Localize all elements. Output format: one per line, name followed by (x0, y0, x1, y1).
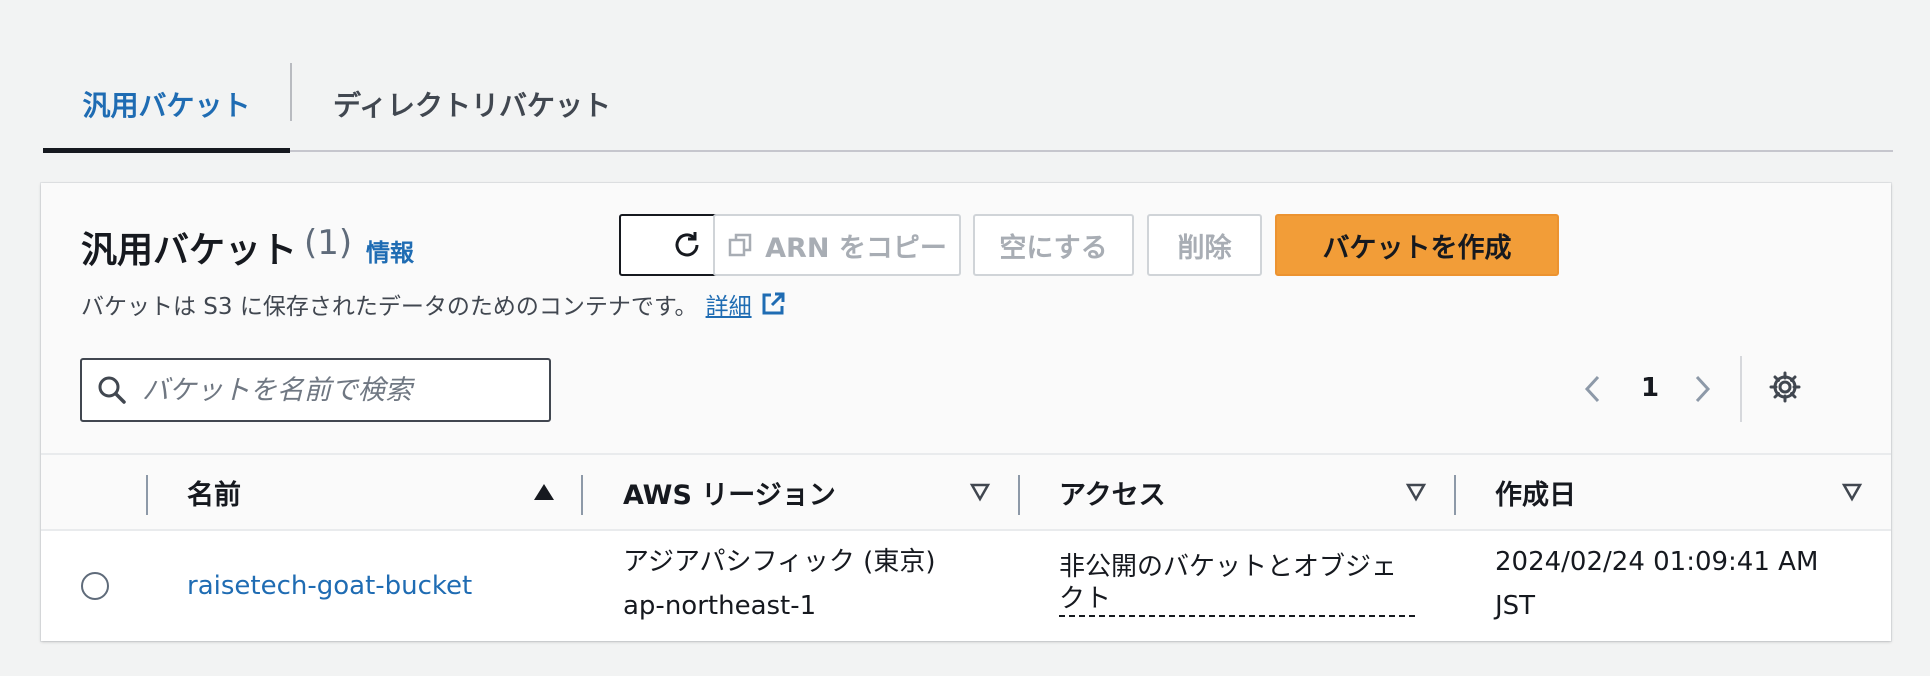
column-divider (1018, 475, 1020, 515)
tab-label: 汎用バケット (82, 89, 251, 122)
delete-button[interactable]: 削除 (1147, 214, 1262, 276)
copy-arn-label: ARN をコピー (765, 232, 947, 264)
column-header-region[interactable]: AWS リージョン (623, 455, 836, 529)
pager-divider (1740, 356, 1742, 422)
create-bucket-label: バケットを作成 (1322, 232, 1512, 264)
panel-title: 汎用バケット (81, 230, 298, 271)
sort-ascending-icon[interactable] (533, 482, 555, 502)
search-icon (98, 376, 126, 404)
table-header: 名前 AWS リージョン アクセス 作成日 (41, 453, 1891, 531)
previous-page-icon[interactable] (1578, 369, 1608, 409)
tab-divider (290, 63, 292, 121)
region-name: アジアパシフィック (東京) (623, 547, 936, 577)
search-input[interactable] (140, 373, 534, 407)
external-link-icon[interactable] (760, 291, 786, 317)
empty-button[interactable]: 空にする (973, 214, 1134, 276)
column-header-name[interactable]: 名前 (187, 455, 241, 529)
sort-icon[interactable] (1841, 482, 1863, 502)
bucket-name-link[interactable]: raisetech-goat-bucket (187, 565, 472, 607)
current-page-number[interactable]: 1 (1641, 373, 1659, 403)
tab-label: ディレクトリバケット (333, 89, 612, 122)
details-link[interactable]: 詳細 (706, 287, 752, 321)
column-header-created[interactable]: 作成日 (1495, 455, 1576, 529)
created-date: 2024/02/24 01:09:41 AM (1495, 547, 1819, 577)
search-box (80, 358, 551, 422)
bucket-type-tabs: 汎用バケット ディレクトリバケット (43, 58, 1893, 153)
sort-icon[interactable] (969, 482, 991, 502)
region-code: ap-northeast-1 (623, 591, 817, 621)
column-divider (581, 475, 583, 515)
column-divider (146, 475, 148, 515)
tab-general-purpose-buckets[interactable]: 汎用バケット (43, 58, 290, 153)
delete-label: 削除 (1177, 232, 1232, 264)
row-select-radio[interactable] (81, 572, 109, 600)
column-divider (1454, 475, 1456, 515)
gear-icon[interactable] (1767, 369, 1803, 405)
next-page-icon[interactable] (1687, 369, 1717, 409)
copy-icon (728, 233, 752, 257)
bucket-count: (1) (304, 223, 353, 263)
refresh-icon (675, 232, 699, 257)
panel-description: バケットは S3 に保存されたデータのためのコンテナです。 詳細 (81, 287, 786, 321)
buckets-panel: 汎用バケット (1) 情報 バケットは S3 に保存されたデータのためのコンテナ… (41, 183, 1891, 641)
created-timezone: JST (1495, 591, 1536, 621)
description-text: バケットは S3 に保存されたデータのためのコンテナです。 (81, 294, 698, 320)
column-header-access[interactable]: アクセス (1059, 455, 1166, 529)
empty-label: 空にする (999, 232, 1108, 264)
create-bucket-button[interactable]: バケットを作成 (1275, 214, 1559, 276)
access-status: 非公開のバケットとオブジェクト (1059, 551, 1415, 617)
copy-arn-button[interactable]: ARN をコピー (713, 214, 961, 276)
sort-icon[interactable] (1405, 482, 1427, 502)
table-row: raisetech-goat-bucket アジアパシフィック (東京) ap-… (41, 531, 1891, 641)
info-link[interactable]: 情報 (366, 233, 414, 268)
tab-directory-buckets[interactable]: ディレクトリバケット (333, 58, 611, 150)
